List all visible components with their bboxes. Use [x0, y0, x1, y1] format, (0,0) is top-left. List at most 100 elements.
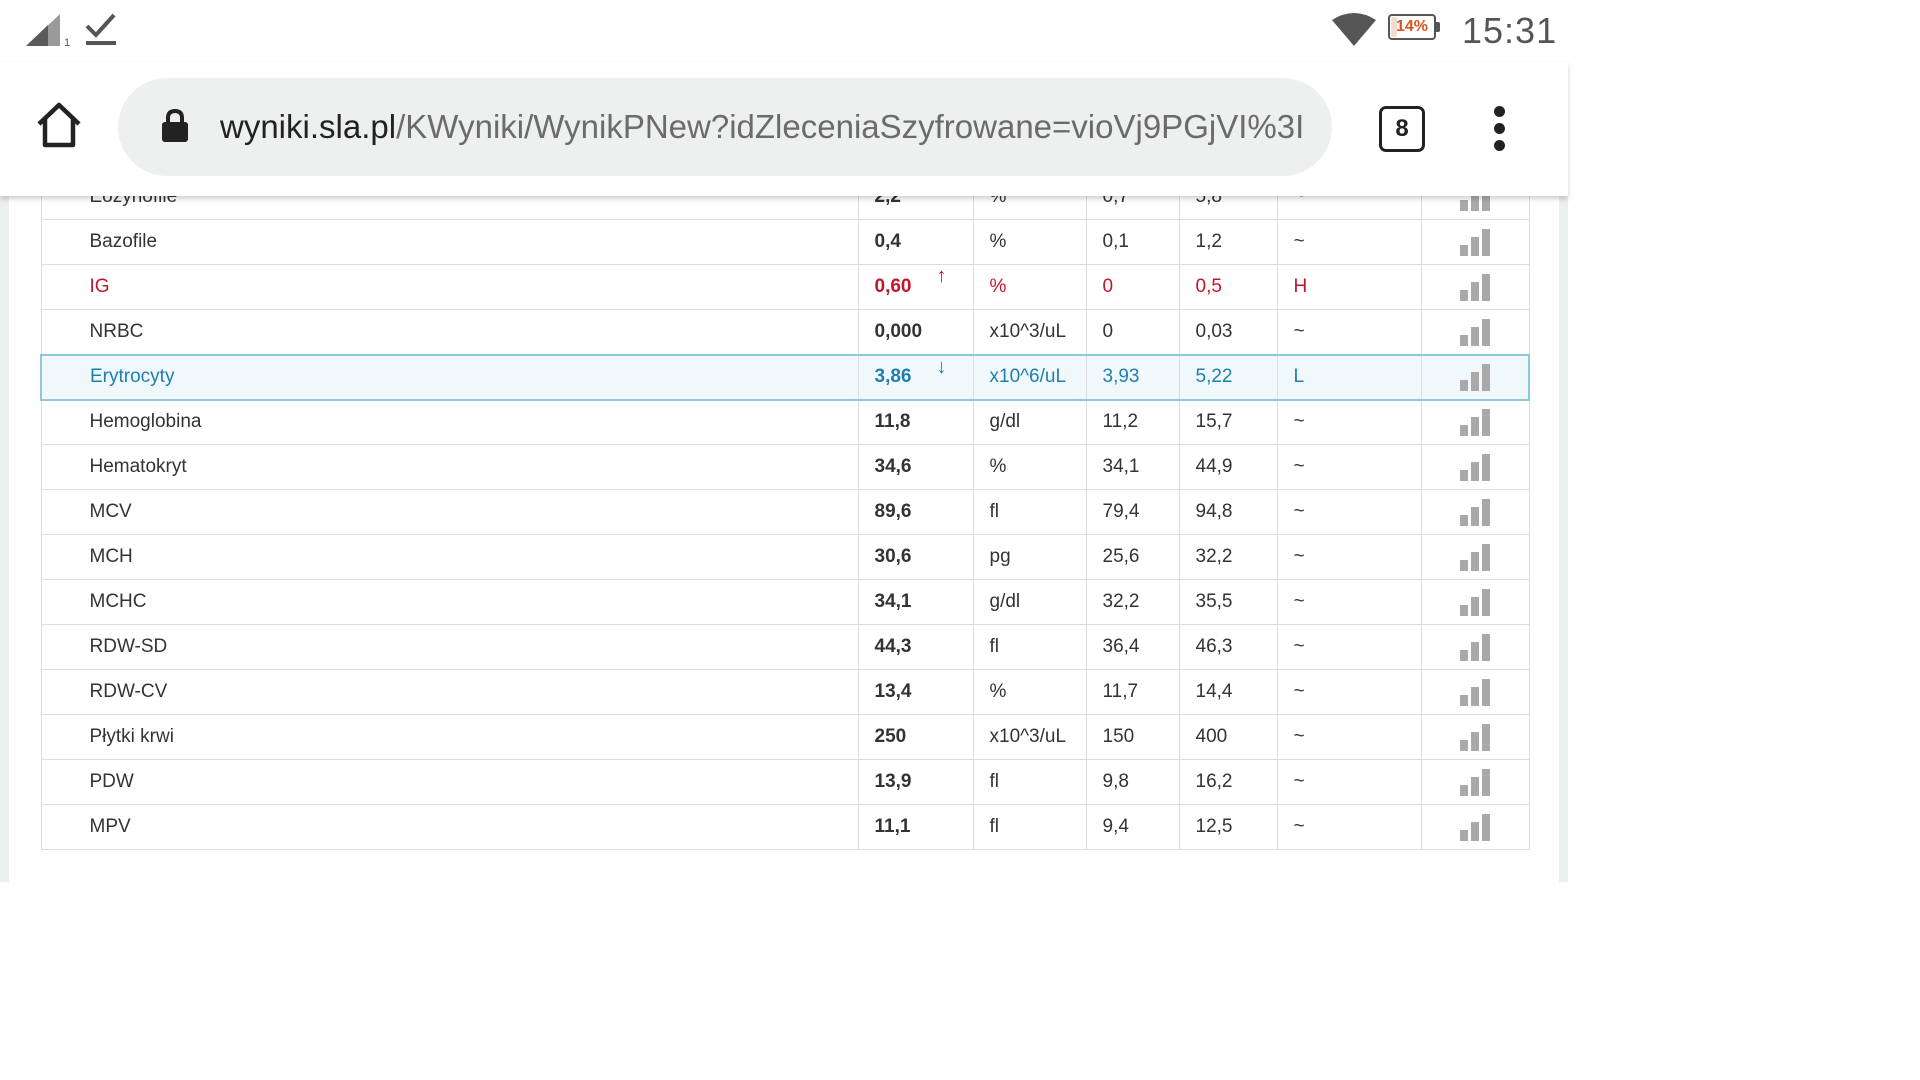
reference-min: 79,4 — [1102, 501, 1140, 522]
bar-chart-icon — [1460, 274, 1490, 301]
table-row[interactable]: MCHC 34,1 g/dl 32,2 35,5 ~ — [40, 579, 1530, 625]
reference-min: 11,2 — [1102, 411, 1139, 433]
chart-button[interactable] — [1420, 399, 1530, 445]
browser-toolbar: wyniki.sla.pl/KWyniki/WynikPNew?idZlecen… — [0, 62, 1568, 196]
result-unit: % — [989, 681, 1007, 702]
result-unit: pg — [989, 546, 1011, 567]
table-row[interactable]: MCH 30,6 pg 25,6 32,2 ~ — [40, 534, 1530, 580]
test-name: MCH — [89, 546, 133, 567]
address-bar[interactable]: wyniki.sla.pl/KWyniki/WynikPNew?idZlecen… — [118, 78, 1332, 176]
table-row[interactable]: IG 0,60 ↑% 0 0,5 H — [40, 264, 1530, 310]
table-row[interactable]: Bazofile 0,4% 0,1 1,2 ~ — [40, 219, 1530, 265]
result-unit: x10^6/uL — [989, 366, 1067, 387]
result-flag: ~ — [1293, 771, 1305, 792]
result-flag: ~ — [1293, 411, 1305, 433]
chart-button[interactable] — [1420, 444, 1530, 490]
clock: 15:31 — [1462, 10, 1558, 51]
table-row[interactable]: PDW 13,9 fl 9,8 16,2 ~ — [40, 759, 1530, 805]
bar-chart-icon — [1460, 589, 1490, 616]
bar-chart-icon — [1460, 318, 1490, 346]
result-unit: fl — [989, 636, 1000, 657]
result-unit: % — [989, 456, 1007, 477]
result-unit: % — [989, 276, 1007, 297]
test-name: MCV — [89, 501, 132, 522]
cell-signal-icon: 1 — [26, 14, 70, 48]
reference-max: 0,03 — [1195, 320, 1233, 342]
bar-chart-icon — [1460, 724, 1490, 751]
result-flag: ~ — [1293, 501, 1305, 522]
reference-max: 35,5 — [1195, 591, 1233, 612]
table-row[interactable]: RDW-CV 13,4% 11,7 14,4 ~ — [40, 669, 1530, 715]
result-flag: H — [1293, 276, 1308, 297]
result-unit: % — [989, 231, 1007, 252]
reference-min: 0,7 — [1102, 196, 1129, 207]
tab-switcher-button[interactable]: 8 — [1379, 106, 1425, 152]
result-unit: x10^3/uL — [989, 726, 1067, 747]
result-flag: ~ — [1293, 636, 1305, 657]
reference-max: 32,2 — [1195, 546, 1233, 567]
result-flag: ~ — [1293, 546, 1305, 567]
chart-button[interactable] — [1420, 264, 1530, 310]
result-flag: ~ — [1293, 726, 1305, 747]
chart-button[interactable] — [1420, 196, 1530, 220]
reference-min: 0,1 — [1102, 231, 1129, 252]
test-name: MPV — [89, 816, 131, 837]
table-row[interactable]: RDW-SD 44,3 fl 36,4 46,3 ~ — [40, 624, 1530, 670]
arrow-up-icon: ↑ — [936, 265, 947, 288]
bar-chart-icon — [1460, 814, 1490, 841]
reference-max: 0,5 — [1195, 276, 1222, 297]
test-name: RDW-CV — [89, 681, 168, 702]
download-done-icon — [85, 13, 116, 45]
chart-button[interactable] — [1420, 534, 1530, 580]
result-unit: fl — [989, 501, 1000, 522]
chart-button[interactable] — [1420, 669, 1530, 715]
reference-min: 3,93 — [1102, 366, 1140, 387]
chart-button[interactable] — [1420, 489, 1530, 535]
bar-chart-icon — [1459, 364, 1490, 391]
home-icon[interactable] — [34, 100, 84, 150]
chart-button[interactable] — [1420, 759, 1530, 805]
table-row[interactable]: MCV 89,6 fl 79,4 94,8 ~ — [40, 489, 1530, 535]
table-row[interactable]: Płytki krwi 250 x10^3/uL 150 400 ~ — [40, 714, 1530, 760]
url-host: wyniki.sla.pl — [220, 108, 397, 145]
table-row[interactable]: Hematokryt 34,6% 34,1 44,9 ~ — [40, 444, 1530, 490]
chart-button[interactable] — [1420, 353, 1530, 401]
results-table: Eozynofile 2,2% 0,7 5,8 ~ Bazofile 0,4% 0,1 1,2 ~… — [40, 196, 1530, 850]
reference-min: 34,1 — [1102, 456, 1140, 477]
test-name: MCHC — [89, 591, 147, 612]
test-name: RDW-SD — [89, 636, 168, 657]
test-name: Eozynofile — [89, 196, 178, 207]
chart-button[interactable] — [1420, 804, 1530, 850]
chart-button[interactable] — [1420, 624, 1530, 670]
table-row[interactable]: Erytrocyty 3,86 ↓ x10^6/uL 3,93 5,22 L — [40, 353, 1530, 401]
chart-button[interactable] — [1420, 309, 1530, 355]
chart-button[interactable] — [1420, 579, 1530, 625]
url-path: /KWyniki/WynikPNew?idZleceniaSzyfrowane=… — [396, 108, 1305, 145]
result-unit: % — [989, 196, 1007, 207]
wifi-icon — [1332, 13, 1376, 46]
bar-chart-icon — [1460, 229, 1490, 256]
test-name: NRBC — [89, 320, 144, 342]
url-text: wyniki.sla.pl/KWyniki/WynikPNew?idZlecen… — [220, 78, 1310, 176]
chart-button[interactable] — [1420, 714, 1530, 760]
test-name: Bazofile — [89, 231, 158, 252]
result-value: 13,4 — [874, 681, 912, 702]
table-row[interactable]: MPV 11,1 fl 9,4 12,5 ~ — [40, 804, 1530, 850]
reference-max: 400 — [1195, 726, 1228, 747]
table-row[interactable]: Eozynofile 2,2% 0,7 5,8 ~ — [40, 196, 1530, 220]
table-row[interactable]: Hemoglobina 11,8 g/dl 11,2 15,7 ~ — [40, 399, 1530, 445]
bar-chart-icon — [1460, 634, 1490, 661]
result-flag: ~ — [1293, 681, 1305, 702]
reference-min: 36,4 — [1102, 636, 1140, 657]
result-value: 0,000 — [874, 320, 923, 342]
overflow-menu-icon[interactable] — [1488, 106, 1510, 152]
result-value: 13,9 — [874, 771, 912, 792]
result-value: 0,60 — [874, 276, 912, 297]
chart-button[interactable] — [1420, 219, 1530, 265]
result-flag: ~ — [1293, 320, 1305, 342]
result-value: 30,6 — [874, 546, 912, 567]
table-row[interactable]: NRBC 0,000 x10^3/uL 0 0,03 ~ — [40, 309, 1530, 355]
reference-min: 150 — [1102, 726, 1135, 747]
bar-chart-icon — [1460, 196, 1490, 211]
bar-chart-icon — [1460, 679, 1490, 706]
